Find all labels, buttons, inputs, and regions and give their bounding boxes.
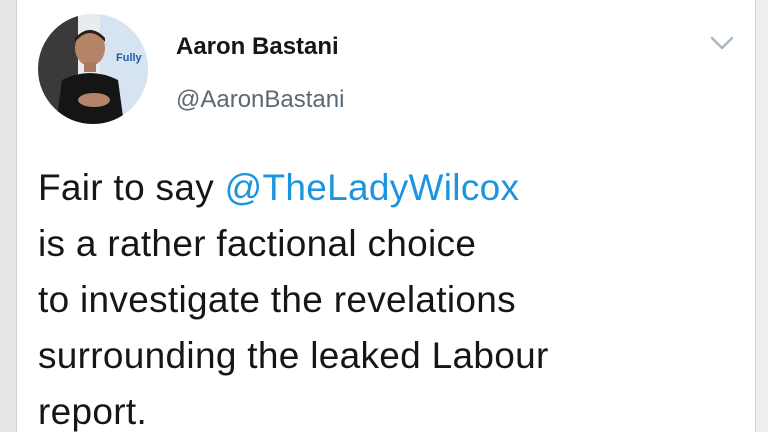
tweet-line-3: to investigate the revelations bbox=[38, 279, 516, 320]
chevron-down-icon bbox=[710, 36, 734, 50]
avatar-photo bbox=[38, 14, 148, 124]
tweet-line-1: Fair to say @TheLadyWilcox bbox=[38, 160, 738, 216]
tweet-menu-button[interactable] bbox=[708, 32, 736, 54]
right-edge bbox=[755, 0, 768, 432]
avatar[interactable]: Fully bbox=[38, 14, 148, 124]
mention-link[interactable]: @TheLadyWilcox bbox=[225, 167, 520, 208]
tweet-text: Fair to say @TheLadyWilcox is a rather f… bbox=[38, 160, 738, 432]
tweet-line-2: is a rather factional choice bbox=[38, 223, 477, 264]
left-edge bbox=[0, 0, 17, 432]
author-handle[interactable]: @AaronBastani bbox=[176, 86, 344, 114]
author-display-name[interactable]: Aaron Bastani bbox=[176, 33, 339, 61]
tweet-line-5: report. bbox=[38, 391, 148, 432]
avatar-text: Fully bbox=[116, 52, 142, 64]
tweet-text-prefix: Fair to say bbox=[38, 167, 225, 208]
tweet-card: Fully Aaron Bastani @AaronBastani Fair t… bbox=[0, 0, 768, 432]
tweet-line-4: surrounding the leaked Labour bbox=[38, 335, 549, 376]
